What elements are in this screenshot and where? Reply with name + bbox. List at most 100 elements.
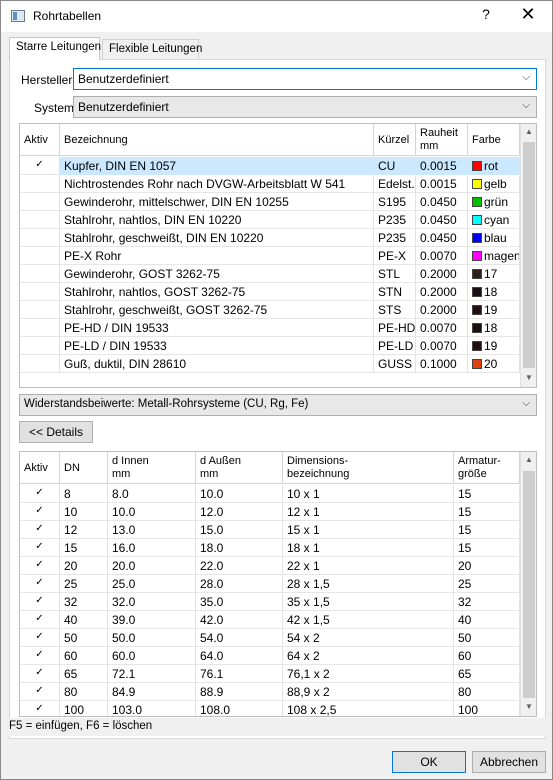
dimension-active-checkbox[interactable]: ✓	[20, 629, 60, 647]
pipe-color-label: cyan	[484, 213, 510, 227]
pipe-short-cell: CU	[374, 157, 416, 175]
col-kuerzel[interactable]: Kürzel	[374, 124, 416, 156]
close-button[interactable]: ✕	[511, 4, 545, 28]
scroll-thumb[interactable]	[523, 471, 535, 698]
dimension-row[interactable]: ✓ 20 20.0 22.0 22 x 1 20	[20, 557, 520, 575]
cancel-button[interactable]: Abbrechen	[472, 751, 546, 773]
pipe-active-checkbox[interactable]	[20, 229, 60, 247]
dimension-row[interactable]: ✓ 25 25.0 28.0 28 x 1,5 25	[20, 575, 520, 593]
dimension-row[interactable]: ✓ 50 50.0 54.0 54 x 2 50	[20, 629, 520, 647]
scroll-up-icon[interactable]: ▲	[521, 452, 536, 469]
dimension-active-checkbox[interactable]: ✓	[20, 593, 60, 611]
dimension-active-checkbox[interactable]: ✓	[20, 539, 60, 557]
col-armaturgroesse[interactable]: Armatur-größe	[454, 452, 520, 484]
dimension-di-cell: 25.0	[108, 575, 196, 593]
dimension-active-checkbox[interactable]: ✓	[20, 557, 60, 575]
pipe-active-checkbox[interactable]	[20, 247, 60, 265]
pipe-name-cell: PE-X Rohr	[60, 247, 374, 265]
dimension-da-cell: 18.0	[196, 539, 283, 557]
dimension-row[interactable]: ✓ 10 10.0 12.0 12 x 1 15	[20, 503, 520, 521]
dimension-row[interactable]: ✓ 65 72.1 76.1 76,1 x 2 65	[20, 665, 520, 683]
pipe-row[interactable]: PE-HD / DIN 19533 PE-HD 0.0070 18	[20, 319, 520, 337]
col-d-innen-unit: mm	[112, 468, 131, 480]
dimension-active-checkbox[interactable]: ✓	[20, 503, 60, 521]
pipe-row[interactable]: Guß, duktil, DIN 28610 GUSS 0.1000 20	[20, 355, 520, 373]
pipe-active-checkbox[interactable]: ✓	[20, 157, 60, 175]
pipe-color-cell: magent	[468, 247, 520, 265]
col-aktiv[interactable]: Aktiv	[20, 452, 60, 484]
pipe-row[interactable]: PE-X RohrPE-X0.0070 magent	[20, 247, 520, 265]
pipe-short-cell: PE-LD	[374, 337, 416, 355]
pipe-active-checkbox[interactable]	[20, 265, 60, 283]
scroll-down-icon[interactable]: ▼	[521, 699, 536, 716]
pipe-active-checkbox[interactable]	[20, 301, 60, 319]
pipe-roughness-cell: 0.0015	[416, 157, 468, 175]
scroll-thumb[interactable]	[523, 142, 535, 368]
dimension-row[interactable]: ✓ 8 8.0 10.0 10 x 1 15	[20, 485, 520, 503]
system-select[interactable]: Benutzerdefiniert ⌵	[73, 96, 537, 118]
dimension-active-checkbox[interactable]: ✓	[20, 521, 60, 539]
dimension-active-checkbox[interactable]: ✓	[20, 647, 60, 665]
col-dn[interactable]: DN	[60, 452, 108, 484]
tab-starre-leitungen[interactable]: Starre Leitungen	[9, 37, 101, 60]
scroll-down-icon[interactable]: ▼	[521, 370, 536, 387]
pipe-row[interactable]: Gewinderohr, mittelschwer, DIN EN 10255 S…	[20, 193, 520, 211]
pipe-row[interactable]: Stahlrohr, nahtlos, DIN EN 10220 P235 0.04…	[20, 211, 520, 229]
dimension-da-cell: 12.0	[196, 503, 283, 521]
dimension-row[interactable]: ✓ 100 103.0 108.0 108 x 2,5 100	[20, 701, 520, 716]
pipe-row[interactable]: ✓ Kupfer, DIN EN 1057 CU 0.0015 rot	[20, 157, 520, 175]
pipe-short-cell: PE-HD	[374, 319, 416, 337]
pipe-active-checkbox[interactable]	[20, 193, 60, 211]
pipe-row[interactable]: Gewinderohr, GOST 3262-75 STL 0.2000 17	[20, 265, 520, 283]
pipe-active-checkbox[interactable]	[20, 337, 60, 355]
pipe-row[interactable]: Stahlrohr, geschweißt, GOST 3262-75 STS 0.…	[20, 301, 520, 319]
ok-button[interactable]: OK	[392, 751, 466, 773]
dimension-di-cell: 84.9	[108, 683, 196, 701]
pipe-active-checkbox[interactable]	[20, 355, 60, 373]
help-button[interactable]: ?	[471, 6, 501, 26]
dimension-row[interactable]: ✓ 32 32.0 35.0 35 x 1,5 32	[20, 593, 520, 611]
color-swatch	[472, 287, 482, 297]
dimension-active-checkbox[interactable]: ✓	[20, 611, 60, 629]
col-farbe[interactable]: Farbe	[468, 124, 520, 156]
resistance-select[interactable]: Widerstandsbeiwerte: Metall-Rohrsysteme …	[19, 394, 537, 416]
col-aktiv[interactable]: Aktiv	[20, 124, 60, 156]
dimension-fit-cell: 65	[454, 665, 520, 683]
scroll-up-icon[interactable]: ▲	[521, 124, 536, 141]
pipe-short-cell: P235	[374, 229, 416, 247]
dimension-table-scrollbar[interactable]: ▲ ▼	[520, 452, 536, 716]
color-swatch	[472, 359, 482, 369]
pipe-active-checkbox[interactable]	[20, 319, 60, 337]
pipe-active-checkbox[interactable]	[20, 211, 60, 229]
dimension-active-checkbox[interactable]: ✓	[20, 575, 60, 593]
col-rauheit[interactable]: Rauheit mm	[416, 124, 468, 156]
pipe-roughness-cell: 0.2000	[416, 283, 468, 301]
col-d-aussen[interactable]: d Außen mm	[196, 452, 283, 484]
col-d-innen[interactable]: d Innen mm	[108, 452, 196, 484]
pipe-row[interactable]: Stahlrohr, geschweißt, DIN EN 10220 P235 0…	[20, 229, 520, 247]
dimension-active-checkbox[interactable]: ✓	[20, 665, 60, 683]
dimension-row[interactable]: ✓ 15 16.0 18.0 18 x 1 15	[20, 539, 520, 557]
dimension-row[interactable]: ✓ 60 60.0 64.0 64 x 2 60	[20, 647, 520, 665]
manufacturer-select[interactable]: Benutzerdefiniert ⌵	[73, 68, 537, 90]
col-dimensionsbezeichnung[interactable]: Dimensions-bezeichnung	[283, 452, 454, 484]
dimension-active-checkbox[interactable]: ✓	[20, 701, 60, 716]
pipe-color-label: 17	[484, 267, 498, 281]
pipe-row[interactable]: PE-LD / DIN 19533 PE-LD 0.0070 19	[20, 337, 520, 355]
pipe-row[interactable]: Stahlrohr, nahtlos, GOST 3262-75 STN 0.200…	[20, 283, 520, 301]
dimension-row[interactable]: ✓ 80 84.9 88.9 88,9 x 2 80	[20, 683, 520, 701]
details-toggle-button[interactable]: << Details	[19, 421, 93, 443]
dimension-row[interactable]: ✓ 40 39.0 42.0 42 x 1,5 40	[20, 611, 520, 629]
dimension-row[interactable]: ✓ 12 13.0 15.0 15 x 1 15	[20, 521, 520, 539]
pipe-row[interactable]: Nichtrostendes Rohr nach DVGW-Arbeitsbla…	[20, 175, 520, 193]
pipe-active-checkbox[interactable]	[20, 175, 60, 193]
dimension-fit-cell: 15	[454, 503, 520, 521]
dimension-active-checkbox[interactable]: ✓	[20, 485, 60, 503]
col-bezeichnung[interactable]: Bezeichnung	[60, 124, 374, 156]
pipe-table-scrollbar[interactable]: ▲ ▼	[520, 124, 536, 387]
dimension-active-checkbox[interactable]: ✓	[20, 683, 60, 701]
tab-flexible-leitungen[interactable]: Flexible Leitungen	[102, 39, 202, 59]
pipe-color-label: rot	[484, 159, 499, 173]
pipe-active-checkbox[interactable]	[20, 283, 60, 301]
col-d-aussen-unit: mm	[200, 468, 219, 480]
